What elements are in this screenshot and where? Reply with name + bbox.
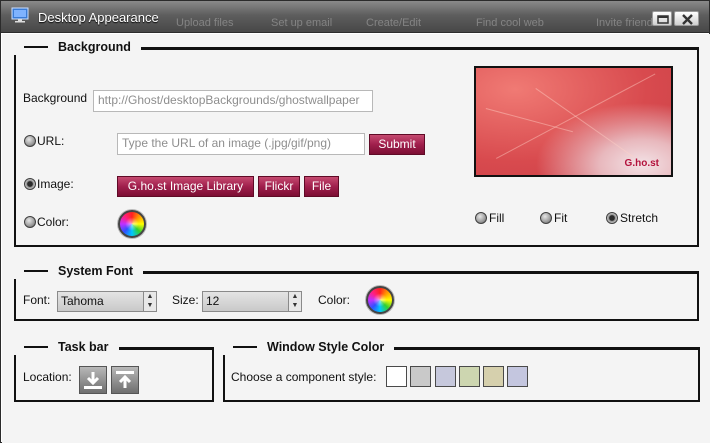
submit-button[interactable]: Submit [369, 134, 425, 155]
stretch-radio[interactable] [606, 212, 618, 224]
file-button[interactable]: File [304, 176, 339, 197]
window-style-group: Window Style Color Choose a component st… [223, 339, 700, 402]
background-path-field[interactable]: http://Ghost/desktopBackgrounds/ghostwal… [93, 90, 373, 112]
size-spinner[interactable]: ▲ ▼ [288, 292, 301, 311]
image-radio[interactable] [24, 178, 36, 190]
color-radio[interactable] [24, 216, 36, 228]
url-input[interactable]: Type the URL of an image (.jpg/gif/png) [117, 133, 365, 155]
style-swatch[interactable] [435, 366, 456, 387]
restore-button[interactable] [652, 11, 672, 26]
stretch-label: Stretch [620, 211, 659, 225]
fill-label: Fill [489, 211, 505, 225]
background-menu-item: Find cool web [476, 17, 544, 29]
style-swatch[interactable] [386, 366, 407, 387]
background-group: Background Background http://Ghost/deskt… [14, 39, 699, 247]
flickr-button[interactable]: Flickr [258, 176, 300, 197]
preview-vein [535, 88, 635, 158]
window-style-legend: Window Style Color [223, 339, 395, 355]
taskbar-bottom-button[interactable] [79, 366, 107, 394]
url-radio[interactable] [24, 135, 36, 147]
preview-logo: G.ho.st [624, 158, 659, 169]
image-library-button[interactable]: G.ho.st Image Library [117, 176, 254, 197]
url-label: URL: [37, 134, 65, 148]
size-value: 12 [206, 294, 220, 308]
background-menu: Upload files Set up email Create/Edit Fi… [176, 12, 696, 32]
desktop-appearance-window: Upload files Set up email Create/Edit Fi… [0, 0, 710, 443]
background-menu-item: Upload files [176, 17, 234, 29]
color-wheel-icon[interactable] [118, 210, 146, 238]
preview-vein [485, 108, 573, 133]
fit-radio[interactable] [540, 212, 552, 224]
taskbar-legend: Task bar [14, 339, 119, 355]
taskbar-top-button[interactable] [111, 366, 139, 394]
system-font-legend: System Font [14, 263, 144, 279]
style-swatch[interactable] [507, 366, 528, 387]
fit-label: Fit [554, 211, 568, 225]
font-label: Font: [23, 293, 51, 307]
taskbar-bottom-icon [80, 372, 106, 396]
size-select[interactable]: 12 ▲ ▼ [202, 291, 302, 312]
close-button[interactable] [674, 11, 699, 26]
fill-radio[interactable] [475, 212, 487, 224]
background-menu-item: Set up email [271, 17, 333, 29]
style-swatch[interactable] [483, 366, 504, 387]
dialog-content: Background Background http://Ghost/deskt… [2, 34, 710, 443]
color-label: Color: [37, 215, 70, 229]
wallpaper-preview: G.ho.st [474, 66, 673, 177]
color-wheel-icon[interactable] [366, 286, 394, 314]
font-spinner[interactable]: ▲ ▼ [143, 292, 156, 311]
style-swatch[interactable] [410, 366, 431, 387]
system-font-group: System Font Font: Tahoma ▲ ▼ Size: 12 ▲ ▼ … [14, 263, 699, 321]
background-legend: Background [14, 39, 141, 55]
size-label: Size: [172, 293, 199, 307]
location-label: Location: [23, 370, 72, 384]
window-title: Desktop Appearance [38, 10, 159, 25]
taskbar-group: Task bar Location: [14, 339, 214, 402]
image-label: Image: [37, 177, 74, 191]
background-menu-item: Invite friends [596, 17, 659, 29]
font-value: Tahoma [61, 294, 104, 308]
title-bar[interactable]: Upload files Set up email Create/Edit Fi… [1, 1, 709, 33]
font-select[interactable]: Tahoma ▲ ▼ [57, 291, 157, 312]
font-color-label: Color: [318, 293, 351, 307]
choose-style-label: Choose a component style: [231, 370, 377, 384]
background-label: Background [23, 91, 88, 105]
style-swatch[interactable] [459, 366, 480, 387]
desktop-icon [11, 7, 29, 23]
background-menu-item: Create/Edit [366, 17, 422, 29]
taskbar-top-icon [112, 371, 138, 396]
